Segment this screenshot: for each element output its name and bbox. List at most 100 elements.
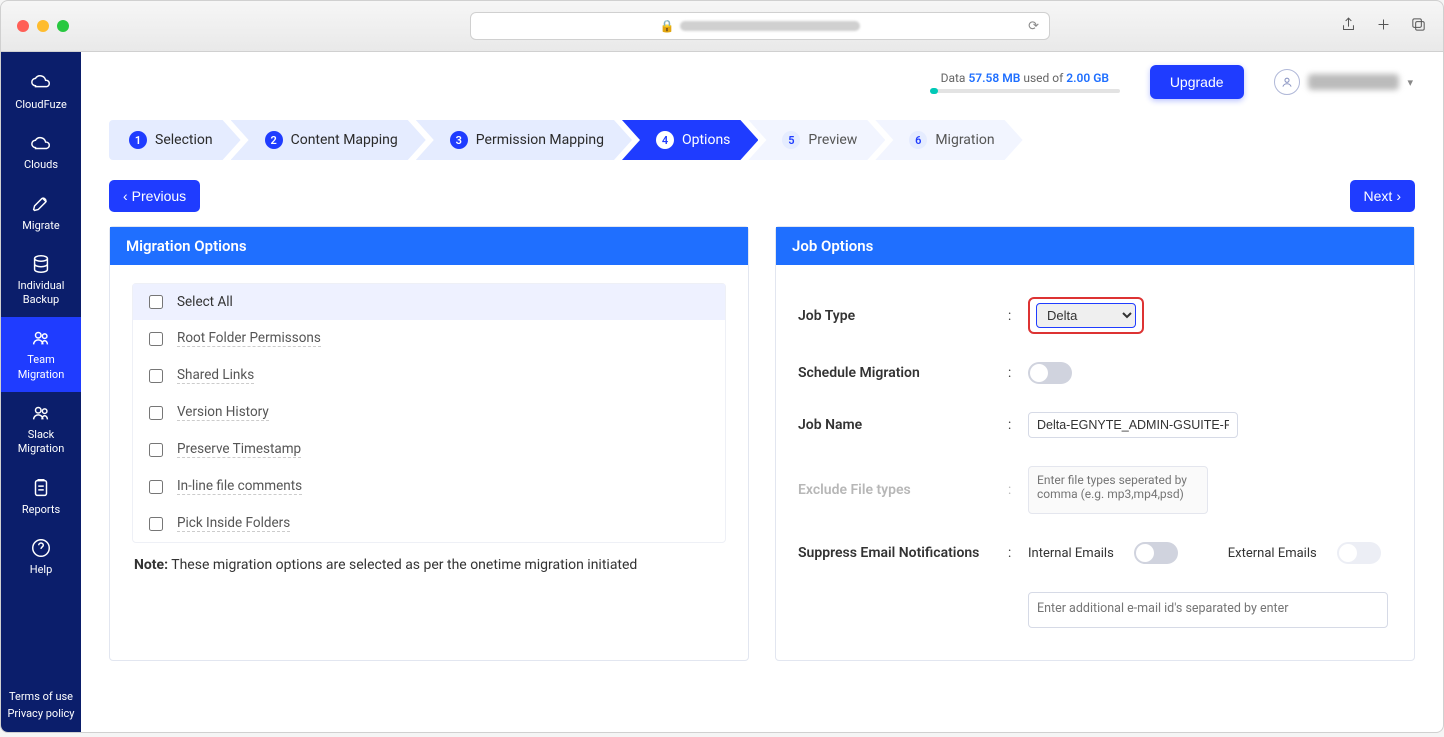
migration-options-panel: Migration Options Select All Root Folder… bbox=[109, 226, 749, 661]
additional-emails-input[interactable] bbox=[1028, 592, 1388, 628]
sidebar-item-label: Team Migration bbox=[5, 353, 77, 382]
minimize-window-button[interactable] bbox=[37, 20, 49, 32]
option-checkbox[interactable] bbox=[149, 332, 163, 346]
sidebar-item-label: Individual Backup bbox=[5, 279, 77, 308]
option-row[interactable]: Preserve Timestamp bbox=[133, 431, 725, 468]
sidebar-item-label: Reports bbox=[5, 503, 77, 517]
option-row[interactable]: Version History bbox=[133, 394, 725, 431]
migration-options-list: Select All Root Folder Permissons Shared… bbox=[132, 283, 726, 543]
tabs-icon[interactable] bbox=[1410, 16, 1427, 37]
migration-note: Note: These migration options are select… bbox=[132, 543, 726, 575]
brand-label: CloudFuze bbox=[5, 98, 77, 112]
option-label: Root Folder Permissons bbox=[177, 330, 321, 347]
usage-mid: used of bbox=[1020, 71, 1066, 85]
help-icon bbox=[5, 537, 77, 559]
terms-link[interactable]: Terms of use bbox=[7, 689, 74, 706]
sidebar-item-individual-backup[interactable]: Individual Backup bbox=[1, 243, 81, 318]
option-checkbox[interactable] bbox=[149, 480, 163, 494]
external-emails-label: External Emails bbox=[1228, 546, 1317, 561]
sidebar-item-help[interactable]: Help bbox=[1, 527, 81, 587]
select-all-row[interactable]: Select All bbox=[133, 284, 725, 320]
topbar: Data 57.58 MB used of 2.00 GB Upgrade Ni… bbox=[81, 52, 1443, 112]
sidebar-item-team-migration[interactable]: Team Migration bbox=[1, 317, 81, 392]
sidebar-item-slack-migration[interactable]: Slack Migration bbox=[1, 392, 81, 467]
step-permission-mapping[interactable]: 3Permission Mapping bbox=[416, 120, 632, 160]
main-content: Data 57.58 MB used of 2.00 GB Upgrade Ni… bbox=[81, 52, 1443, 732]
schedule-toggle[interactable] bbox=[1028, 362, 1072, 384]
job-type-select[interactable]: Delta bbox=[1036, 303, 1136, 328]
avatar-icon bbox=[1274, 69, 1300, 95]
additional-emails-row bbox=[798, 578, 1392, 642]
schedule-row: Schedule Migration : bbox=[798, 348, 1392, 398]
option-row[interactable]: In-line file comments bbox=[133, 468, 725, 505]
option-label: Pick Inside Folders bbox=[177, 515, 290, 532]
step-options[interactable]: 4Options bbox=[622, 120, 758, 160]
suppress-row: Suppress Email Notifications : Internal … bbox=[798, 528, 1392, 578]
panel-title: Migration Options bbox=[110, 227, 748, 265]
close-window-button[interactable] bbox=[17, 20, 29, 32]
option-checkbox[interactable] bbox=[149, 517, 163, 531]
sidebar-item-label: Slack Migration bbox=[5, 428, 77, 457]
maximize-window-button[interactable] bbox=[57, 20, 69, 32]
internal-emails-label: Internal Emails bbox=[1028, 546, 1114, 561]
select-all-checkbox[interactable] bbox=[149, 295, 163, 309]
option-label: Version History bbox=[177, 404, 269, 421]
option-row[interactable]: Pick Inside Folders bbox=[133, 505, 725, 542]
option-checkbox[interactable] bbox=[149, 369, 163, 383]
job-options-panel: Job Options Job Type : Delta bbox=[775, 226, 1415, 661]
team-icon bbox=[5, 327, 77, 349]
reload-icon[interactable]: ⟳ bbox=[1028, 19, 1039, 34]
user-menu[interactable]: Nirosh Reddy ▾ bbox=[1274, 69, 1413, 95]
next-button[interactable]: Next› bbox=[1350, 180, 1415, 212]
wizard-steps: 1Selection 2Content Mapping 3Permission … bbox=[81, 112, 1443, 174]
cloud-icon bbox=[5, 132, 77, 154]
url-redacted bbox=[680, 21, 860, 31]
logo-icon bbox=[5, 72, 77, 94]
browser-chrome: 🔒 ⟳ bbox=[0, 0, 1444, 52]
panel-title: Job Options bbox=[776, 227, 1414, 265]
upgrade-button[interactable]: Upgrade bbox=[1150, 65, 1244, 99]
sidebar-item-reports[interactable]: Reports bbox=[1, 467, 81, 527]
sidebar-item-label: Clouds bbox=[5, 158, 77, 172]
plus-icon[interactable] bbox=[1375, 16, 1392, 37]
window-controls bbox=[17, 20, 69, 32]
chevron-down-icon: ▾ bbox=[1407, 76, 1413, 89]
option-label: Preserve Timestamp bbox=[177, 441, 301, 458]
chevron-right-icon: › bbox=[1396, 188, 1401, 204]
external-emails-toggle[interactable] bbox=[1337, 542, 1381, 564]
clipboard-icon bbox=[5, 477, 77, 499]
browser-toolbar-icons bbox=[1340, 16, 1427, 37]
select-all-label: Select All bbox=[177, 294, 233, 310]
address-bar[interactable]: 🔒 ⟳ bbox=[470, 12, 1050, 40]
step-content-mapping[interactable]: 2Content Mapping bbox=[231, 120, 426, 160]
database-icon bbox=[5, 253, 77, 275]
job-name-row: Job Name : bbox=[798, 398, 1392, 452]
step-selection[interactable]: 1Selection bbox=[109, 120, 241, 160]
previous-button[interactable]: ‹Previous bbox=[109, 180, 200, 212]
option-checkbox[interactable] bbox=[149, 406, 163, 420]
option-row[interactable]: Shared Links bbox=[133, 357, 725, 394]
privacy-link[interactable]: Privacy policy bbox=[7, 706, 74, 723]
lock-icon: 🔒 bbox=[660, 19, 675, 33]
exclude-input bbox=[1028, 466, 1208, 514]
chevron-left-icon: ‹ bbox=[123, 188, 128, 204]
job-type-row: Job Type : Delta bbox=[798, 283, 1392, 348]
internal-emails-toggle[interactable] bbox=[1134, 542, 1178, 564]
team-icon bbox=[5, 402, 77, 424]
step-preview[interactable]: 5Preview bbox=[748, 120, 885, 160]
option-row[interactable]: Root Folder Permissons bbox=[133, 320, 725, 357]
share-icon[interactable] bbox=[1340, 16, 1357, 37]
sidebar: CloudFuze Clouds Migrate Individual Back… bbox=[1, 52, 81, 732]
exclude-row: Exclude File types : bbox=[798, 452, 1392, 528]
sidebar-item-label: Help bbox=[5, 563, 77, 577]
sidebar-item-migrate[interactable]: Migrate bbox=[1, 183, 81, 243]
job-type-highlight: Delta bbox=[1028, 297, 1144, 334]
step-migration[interactable]: 6Migration bbox=[875, 120, 1022, 160]
sidebar-brand[interactable]: CloudFuze bbox=[1, 62, 81, 122]
usage-total: 2.00 GB bbox=[1066, 71, 1109, 85]
usage-used: 57.58 MB bbox=[968, 71, 1020, 85]
option-checkbox[interactable] bbox=[149, 443, 163, 457]
job-name-input[interactable] bbox=[1028, 412, 1238, 438]
sidebar-item-clouds[interactable]: Clouds bbox=[1, 122, 81, 182]
option-label: In-line file comments bbox=[177, 478, 302, 495]
